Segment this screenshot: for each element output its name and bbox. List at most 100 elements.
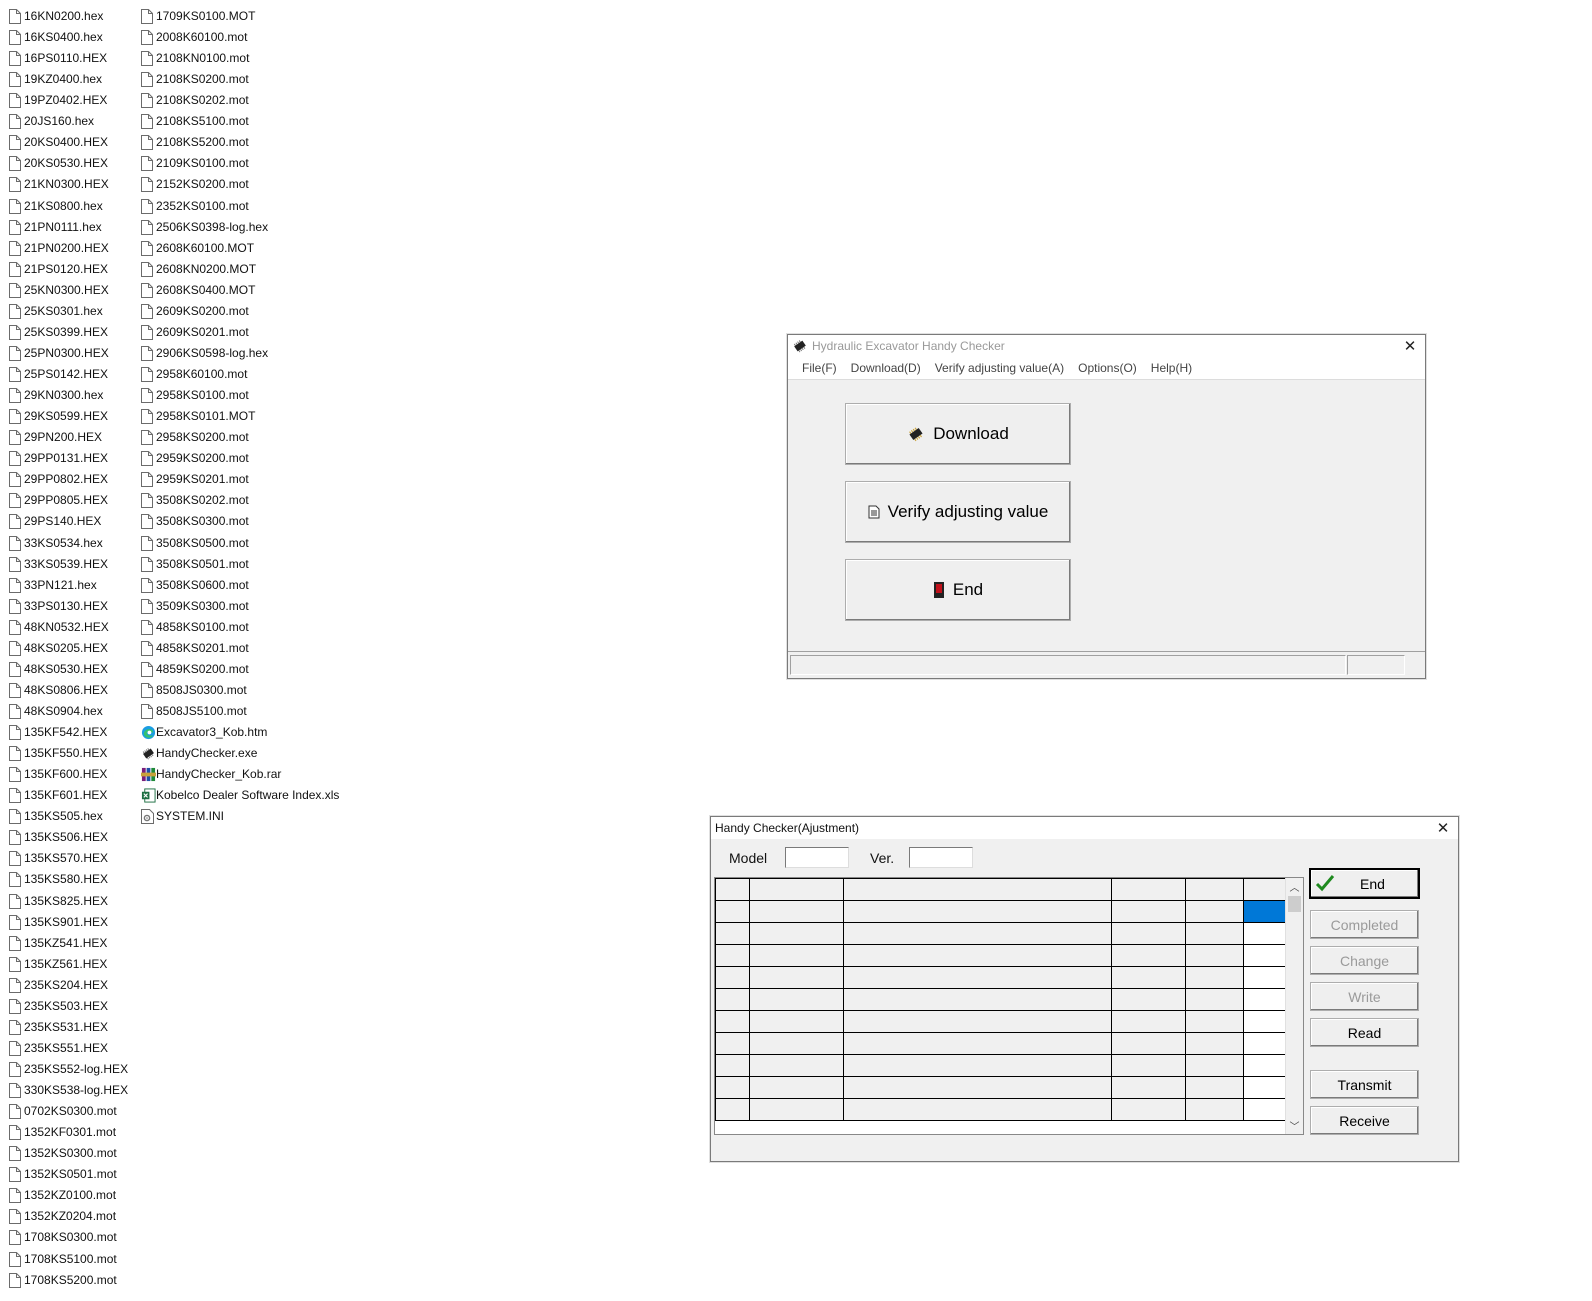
table-cell[interactable] — [715, 1076, 750, 1099]
file-item[interactable]: 2608K60100.MOT — [141, 238, 254, 258]
file-item[interactable]: 235KS552-log.HEX — [9, 1059, 128, 1079]
table-cell[interactable] — [1111, 1032, 1186, 1055]
table-cell[interactable] — [715, 1098, 750, 1121]
table-cell[interactable] — [843, 1010, 1112, 1033]
file-item[interactable]: 1352KF0301.mot — [9, 1122, 116, 1142]
table-cell[interactable] — [715, 988, 750, 1011]
menu-verify[interactable]: Verify adjusting value(A) — [928, 361, 1071, 375]
table-cell[interactable] — [843, 988, 1112, 1011]
table-cell[interactable] — [1185, 900, 1244, 923]
file-item[interactable]: Kobelco Dealer Software Index.xls — [141, 785, 339, 805]
file-item[interactable]: 2108KS5100.mot — [141, 111, 249, 131]
file-item[interactable]: 25PN0300.HEX — [9, 343, 109, 363]
file-item[interactable]: 3508KS0202.mot — [141, 490, 249, 510]
menu-help[interactable]: Help(H) — [1144, 361, 1199, 375]
file-item[interactable]: 19KZ0400.hex — [9, 69, 102, 89]
table-cell[interactable] — [749, 988, 844, 1011]
menu-download[interactable]: Download(D) — [844, 361, 928, 375]
file-item[interactable]: 21PN0111.hex — [9, 217, 102, 237]
table-cell[interactable] — [749, 944, 844, 967]
file-item[interactable]: HandyChecker_Kob.rar — [141, 764, 281, 784]
file-item[interactable]: 16KS0400.hex — [9, 27, 103, 47]
file-item[interactable]: 1352KS0300.mot — [9, 1143, 117, 1163]
table-cell[interactable] — [1185, 1054, 1244, 1077]
file-item[interactable]: 25KN0300.HEX — [9, 280, 109, 300]
table-cell[interactable] — [1111, 878, 1186, 901]
table-cell[interactable] — [715, 1010, 750, 1033]
model-input[interactable] — [785, 847, 849, 868]
table-cell[interactable] — [749, 1054, 844, 1077]
end-adjust-button[interactable]: End — [1310, 869, 1419, 898]
table-cell[interactable] — [749, 1032, 844, 1055]
file-item[interactable]: 2609KS0201.mot — [141, 322, 249, 342]
file-item[interactable]: 33KS0539.HEX — [9, 554, 108, 574]
table-cell[interactable] — [749, 966, 844, 989]
file-item[interactable]: 1352KS0501.mot — [9, 1164, 117, 1184]
file-item[interactable]: 20JS160.hex — [9, 111, 94, 131]
table-cell[interactable] — [749, 1098, 844, 1121]
table-cell[interactable] — [843, 1032, 1112, 1055]
table-cell[interactable] — [1185, 1010, 1244, 1033]
file-item[interactable]: 2906KS0598-log.hex — [141, 343, 268, 363]
table-row[interactable] — [715, 1098, 1302, 1121]
file-item[interactable]: 1708KS5200.mot — [9, 1270, 117, 1290]
table-row[interactable] — [715, 922, 1302, 945]
adjustment-grid[interactable]: ︿ ﹀ — [714, 877, 1304, 1135]
file-item[interactable]: 1352KZ0204.mot — [9, 1206, 116, 1226]
table-cell[interactable] — [843, 1054, 1112, 1077]
file-item[interactable]: 3508KS0501.mot — [141, 554, 249, 574]
table-cell[interactable] — [843, 966, 1112, 989]
table-cell[interactable] — [1185, 878, 1244, 901]
file-item[interactable]: 3509KS0300.mot — [141, 596, 249, 616]
table-cell[interactable] — [1111, 988, 1186, 1011]
table-row[interactable] — [715, 878, 1302, 901]
file-item[interactable]: 2959KS0200.mot — [141, 448, 249, 468]
scroll-up-icon[interactable]: ︿ — [1286, 878, 1303, 895]
change-button[interactable]: Change — [1310, 946, 1419, 975]
file-item[interactable]: 2108KS0200.mot — [141, 69, 249, 89]
file-item[interactable]: 235KS503.HEX — [9, 996, 108, 1016]
file-item[interactable]: 235KS204.HEX — [9, 975, 108, 995]
file-item[interactable]: 2008K60100.mot — [141, 27, 247, 47]
file-item[interactable]: 4859KS0200.mot — [141, 659, 249, 679]
file-item[interactable]: 3508KS0300.mot — [141, 511, 249, 531]
table-cell[interactable] — [1111, 1010, 1186, 1033]
table-cell[interactable] — [715, 1054, 750, 1077]
file-item[interactable]: 33PN121.hex — [9, 575, 97, 595]
table-cell[interactable] — [1185, 1076, 1244, 1099]
file-item[interactable]: 3508KS0600.mot — [141, 575, 249, 595]
file-item[interactable]: 16PS0110.HEX — [9, 48, 107, 68]
file-item[interactable]: 3508KS0500.mot — [141, 533, 249, 553]
menu-file[interactable]: File(F) — [795, 361, 844, 375]
file-item[interactable]: 29KS0599.HEX — [9, 406, 108, 426]
file-item[interactable]: Excavator3_Kob.htm — [141, 722, 267, 742]
table-cell[interactable] — [1111, 900, 1186, 923]
menu-options[interactable]: Options(O) — [1071, 361, 1144, 375]
table-cell[interactable] — [715, 878, 750, 901]
file-item[interactable]: 21KS0800.hex — [9, 196, 103, 216]
file-item[interactable]: 29PP0131.HEX — [9, 448, 108, 468]
close-icon[interactable]: ✕ — [1401, 337, 1419, 355]
file-item[interactable]: 1708KS5100.mot — [9, 1249, 117, 1269]
table-cell[interactable] — [749, 1076, 844, 1099]
file-item[interactable]: 29PP0805.HEX — [9, 490, 108, 510]
file-item[interactable]: 29PS140.HEX — [9, 511, 101, 531]
table-row[interactable] — [715, 944, 1302, 967]
table-cell[interactable] — [1111, 966, 1186, 989]
file-item[interactable]: 135KF550.HEX — [9, 743, 107, 763]
file-item[interactable]: 25PS0142.HEX — [9, 364, 108, 384]
file-item[interactable]: 1352KZ0100.mot — [9, 1185, 116, 1205]
file-item[interactable]: HandyChecker.exe — [141, 743, 257, 763]
file-item[interactable]: 48KS0806.HEX — [9, 680, 108, 700]
file-item[interactable]: 21PN0200.HEX — [9, 238, 109, 258]
table-cell[interactable] — [715, 922, 750, 945]
table-cell[interactable] — [1185, 966, 1244, 989]
table-cell[interactable] — [715, 900, 750, 923]
table-cell[interactable] — [1111, 922, 1186, 945]
table-row[interactable] — [715, 900, 1302, 923]
file-item[interactable]: 2958K60100.mot — [141, 364, 247, 384]
scroll-down-icon[interactable]: ﹀ — [1286, 1117, 1303, 1134]
file-item[interactable]: 48KN0532.HEX — [9, 617, 109, 637]
file-item[interactable]: 2958KS0101.MOT — [141, 406, 255, 426]
file-item[interactable]: 135KF542.HEX — [9, 722, 107, 742]
